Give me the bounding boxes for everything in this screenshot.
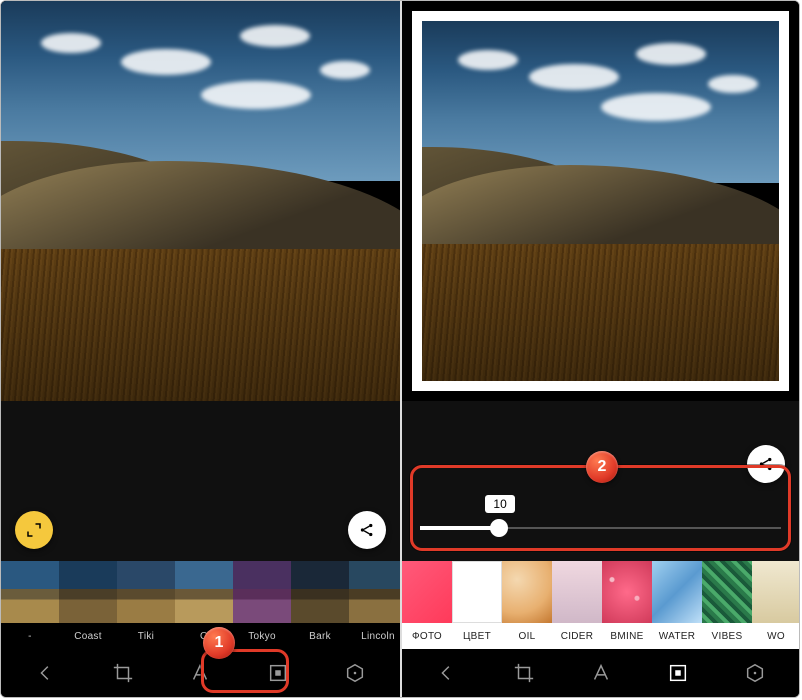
bg-thumb-color[interactable]: ЦВЕТ [452, 561, 502, 649]
filter-label: Lincoln [349, 623, 400, 649]
bottom-toolbar [1, 649, 400, 697]
filter-label: Tokyo [233, 623, 291, 649]
crop-button[interactable] [99, 654, 147, 692]
filter-label: Coast [59, 623, 117, 649]
bg-label: WO [752, 623, 799, 649]
share-icon [757, 455, 775, 473]
slider-value-tooltip: 10 [485, 495, 514, 513]
bg-thumb-wo[interactable]: WO [752, 561, 799, 649]
bg-thumb-bmine[interactable]: BMINE [602, 561, 652, 649]
crop-icon [112, 662, 134, 684]
bg-label: WATER [652, 623, 702, 649]
bg-thumb-water[interactable]: WATER [652, 561, 702, 649]
slider-fill [420, 526, 499, 530]
crop-icon [513, 662, 535, 684]
bg-label: ЦВЕТ [452, 623, 502, 649]
right-panel: 10 ФОТО ЦВЕТ OIL CIDER [400, 1, 799, 697]
filter-label: - [1, 623, 59, 649]
crop-button[interactable] [500, 654, 548, 692]
frame-icon [667, 662, 689, 684]
text-button[interactable] [577, 654, 625, 692]
filter-thumb-coast[interactable]: Coast [59, 561, 117, 649]
chevron-left-icon [35, 662, 57, 684]
share-icon [358, 521, 376, 539]
filter-label: O [175, 623, 233, 649]
text-icon [590, 662, 612, 684]
filter-thumb-none[interactable]: - [1, 561, 59, 649]
bg-label: BMINE [602, 623, 652, 649]
filter-thumb-tiki[interactable]: Tiki [117, 561, 175, 649]
back-button[interactable] [22, 654, 70, 692]
hexagon-icon [744, 662, 766, 684]
filter-thumb-lincoln[interactable]: Lincoln [349, 561, 400, 649]
expand-button[interactable] [15, 511, 53, 549]
filter-thumb-o[interactable]: O [175, 561, 233, 649]
filter-thumb-tokyo[interactable]: Tokyo [233, 561, 291, 649]
text-icon [189, 662, 211, 684]
controls-area: 10 [402, 401, 799, 561]
filter-label: Tiki [117, 623, 175, 649]
filter-label: Bark [291, 623, 349, 649]
share-button[interactable] [348, 511, 386, 549]
frame-button[interactable] [654, 654, 702, 692]
share-button[interactable] [747, 445, 785, 483]
shape-button[interactable] [731, 654, 779, 692]
bg-label: OIL [502, 623, 552, 649]
controls-area [1, 401, 400, 561]
hexagon-icon [344, 662, 366, 684]
frame-button[interactable] [254, 654, 302, 692]
shape-button[interactable] [331, 654, 379, 692]
bottom-toolbar [402, 649, 799, 697]
frame-icon [267, 662, 289, 684]
bg-label: VIBES [702, 623, 752, 649]
back-button[interactable] [423, 654, 471, 692]
border-size-slider[interactable]: 10 [420, 499, 781, 551]
bg-label: CIDER [552, 623, 602, 649]
bg-thumb-cider[interactable]: CIDER [552, 561, 602, 649]
bg-thumb-oil[interactable]: OIL [502, 561, 552, 649]
bg-thumb-photo[interactable]: ФОТО [402, 561, 452, 649]
bg-label: ФОТО [402, 623, 452, 649]
background-strip[interactable]: ФОТО ЦВЕТ OIL CIDER BMINE WATER [402, 561, 799, 649]
expand-icon [25, 521, 43, 539]
photo-preview[interactable] [1, 1, 400, 401]
filter-thumb-bark[interactable]: Bark [291, 561, 349, 649]
slider-thumb[interactable] [490, 519, 508, 537]
text-button[interactable] [176, 654, 224, 692]
filter-strip[interactable]: - Coast Tiki O Tokyo Bark [1, 561, 400, 649]
bg-thumb-vibes[interactable]: VIBES [702, 561, 752, 649]
photo-preview-framed[interactable] [402, 1, 799, 401]
chevron-left-icon [436, 662, 458, 684]
left-panel: - Coast Tiki O Tokyo Bark [1, 1, 400, 697]
